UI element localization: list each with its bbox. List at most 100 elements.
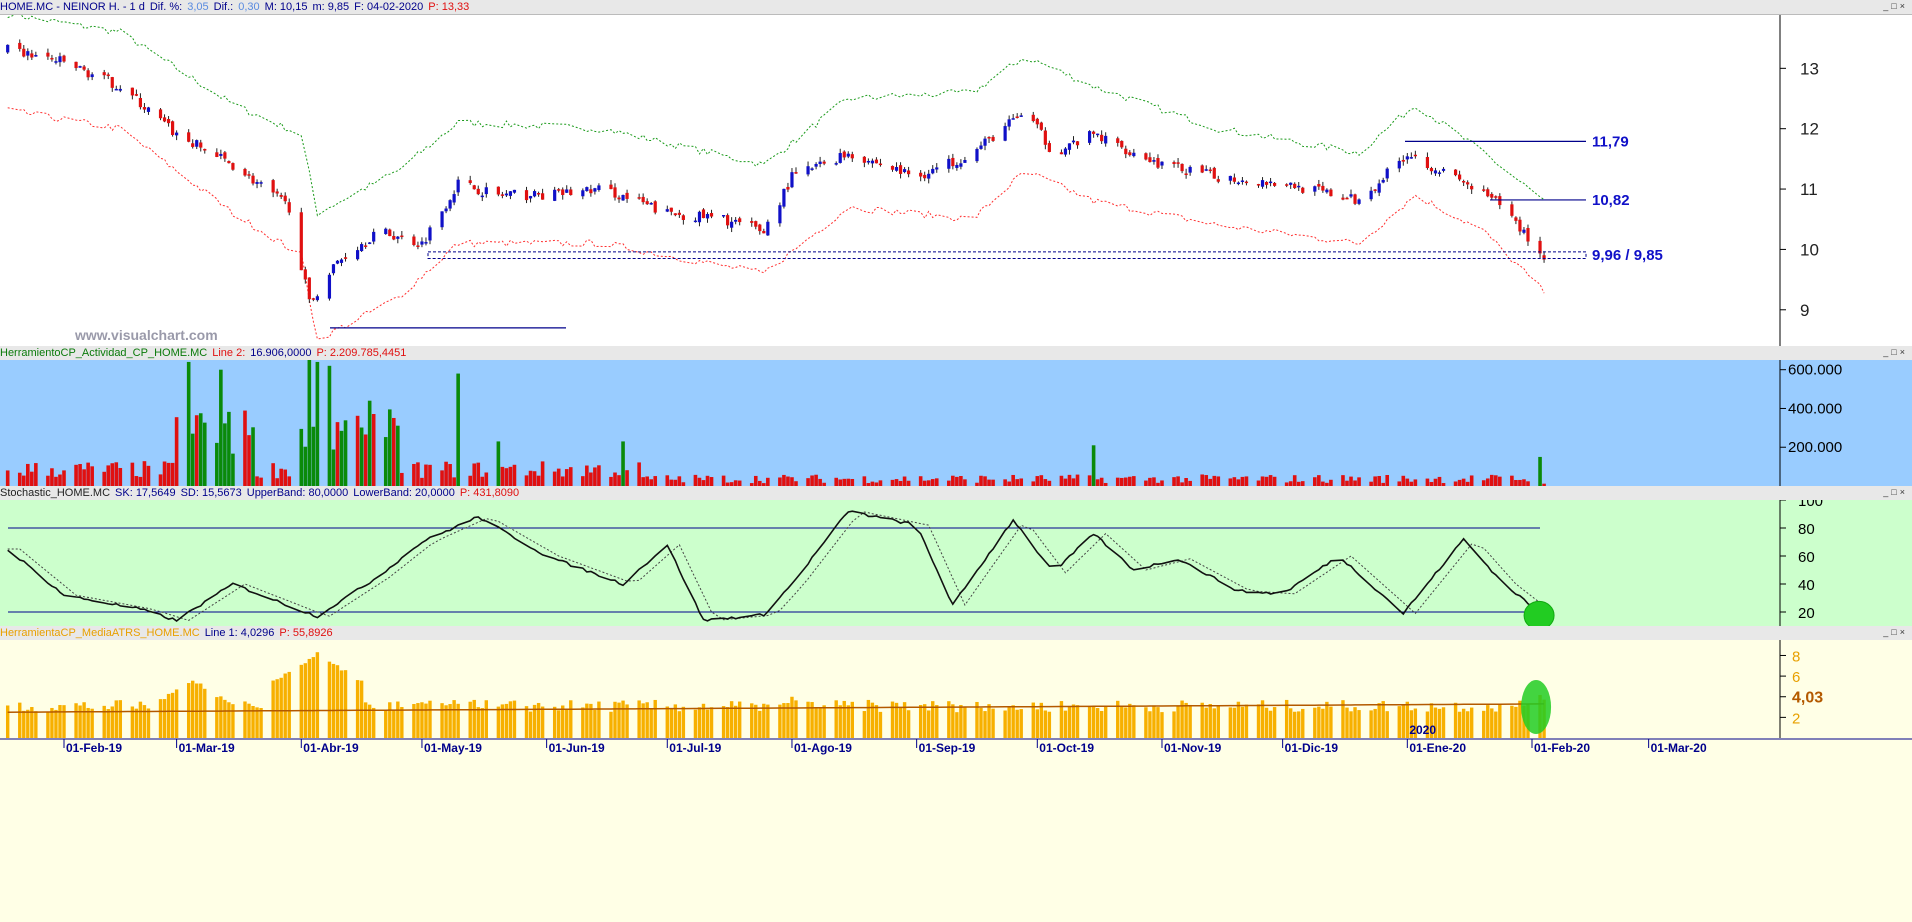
candle-body xyxy=(1031,114,1035,122)
header-field: HOME.MC - NEINOR H. - 1 d xyxy=(0,1,145,13)
candle-body xyxy=(561,189,565,195)
atr-bar xyxy=(82,702,86,738)
candle-body xyxy=(878,163,883,166)
candle-body xyxy=(569,189,573,196)
volume-bar xyxy=(963,479,967,486)
volume-bar xyxy=(90,466,94,486)
volume-window-controls[interactable]: _□× xyxy=(1883,347,1908,357)
candle-body xyxy=(1486,189,1490,197)
atr-bar xyxy=(963,707,967,738)
volume-bar xyxy=(1377,476,1381,486)
atr-bar xyxy=(508,701,513,738)
window-control-button[interactable]: × xyxy=(1900,627,1908,637)
volume-bar xyxy=(363,434,368,486)
atr-bar xyxy=(669,708,674,738)
volume-bar xyxy=(198,413,203,486)
volume-bar xyxy=(412,463,416,486)
candle-body xyxy=(923,174,927,179)
window-control-button[interactable]: □ xyxy=(1891,347,1899,357)
volume-bar xyxy=(102,471,107,486)
window-control-button[interactable]: □ xyxy=(1891,627,1899,637)
atr-bar xyxy=(790,696,794,738)
atr-bar xyxy=(363,702,368,738)
candle-body xyxy=(641,196,645,203)
volume-bar xyxy=(62,470,66,486)
volume-bar xyxy=(979,475,983,486)
candle-body xyxy=(1510,204,1514,216)
volume-bar xyxy=(480,476,485,486)
atr-bar xyxy=(480,708,484,738)
atr-bar xyxy=(299,664,303,738)
volume-bar xyxy=(416,462,420,486)
atr-bar xyxy=(191,680,195,738)
volume-bar xyxy=(448,464,452,486)
atr-tick-label: 6 xyxy=(1792,669,1800,686)
candle-body xyxy=(890,165,895,170)
candle-body xyxy=(1466,182,1470,185)
candle-body xyxy=(1003,126,1007,141)
volume-bar xyxy=(396,425,400,486)
candle-body xyxy=(762,230,766,234)
window-control-button[interactable]: × xyxy=(1900,1,1908,11)
candle-body xyxy=(955,164,959,168)
candle-body xyxy=(1453,169,1458,176)
stochastic-window-controls[interactable]: _□× xyxy=(1883,487,1908,497)
x-tick-label: 01-Mar-20 xyxy=(1651,741,1707,755)
candle-body xyxy=(1297,185,1301,188)
candle-body xyxy=(705,214,710,219)
candle-body xyxy=(1200,165,1204,173)
atr-bar xyxy=(1047,711,1052,738)
volume-bar xyxy=(391,417,396,486)
atr-bar xyxy=(1120,706,1124,738)
candle-body xyxy=(557,189,561,191)
price-window-controls[interactable]: _□× xyxy=(1883,1,1908,11)
candle-body xyxy=(247,174,251,176)
atr-bar xyxy=(215,697,219,738)
atr-bar xyxy=(758,710,762,738)
candle-body xyxy=(1313,186,1317,192)
candle-body xyxy=(834,163,838,165)
candle-body xyxy=(1462,181,1466,183)
candle-body xyxy=(90,74,94,78)
atr-bar xyxy=(1457,711,1462,738)
volume-bar xyxy=(983,476,987,486)
atr-bar xyxy=(581,707,585,738)
candle-body xyxy=(814,164,818,167)
atr-bar xyxy=(1063,710,1068,738)
candle-body xyxy=(504,193,509,196)
candle-body xyxy=(750,221,754,223)
candle-body xyxy=(456,179,460,193)
window-control-button[interactable]: × xyxy=(1900,487,1908,497)
atr-bar xyxy=(1011,705,1015,738)
atr-bar xyxy=(1095,708,1100,738)
atr-bar xyxy=(846,705,850,738)
candle-body xyxy=(255,182,259,184)
volume-bar xyxy=(1003,479,1007,486)
volume-bar xyxy=(1204,475,1209,486)
atr-bar xyxy=(1401,705,1405,738)
candle-body xyxy=(384,228,388,235)
volume-bar xyxy=(34,463,38,486)
volume-bar xyxy=(1240,476,1245,486)
window-control-button[interactable]: × xyxy=(1900,347,1908,357)
volume-bar xyxy=(585,465,589,486)
candle-body xyxy=(894,167,899,171)
candle-body xyxy=(806,166,810,175)
volume-bar xyxy=(1095,479,1100,486)
atr-bar xyxy=(814,707,818,738)
x-tick-label: 01-Oct-19 xyxy=(1039,741,1094,755)
window-control-button[interactable]: □ xyxy=(1891,487,1899,497)
volume-bar xyxy=(1373,476,1377,486)
volume-bar xyxy=(106,465,111,486)
candle-body xyxy=(609,184,613,190)
volume-bar xyxy=(315,361,320,486)
atr-bar xyxy=(327,661,332,738)
atr-bar xyxy=(1035,709,1040,738)
atr-window-controls[interactable]: _□× xyxy=(1883,627,1908,637)
volume-bar xyxy=(170,462,175,486)
window-control-button[interactable]: □ xyxy=(1891,1,1899,11)
candle-body xyxy=(440,211,444,228)
x-tick-label: 01-Dic-19 xyxy=(1285,741,1339,755)
volume-bar xyxy=(1433,478,1438,486)
candle-body xyxy=(26,51,30,56)
